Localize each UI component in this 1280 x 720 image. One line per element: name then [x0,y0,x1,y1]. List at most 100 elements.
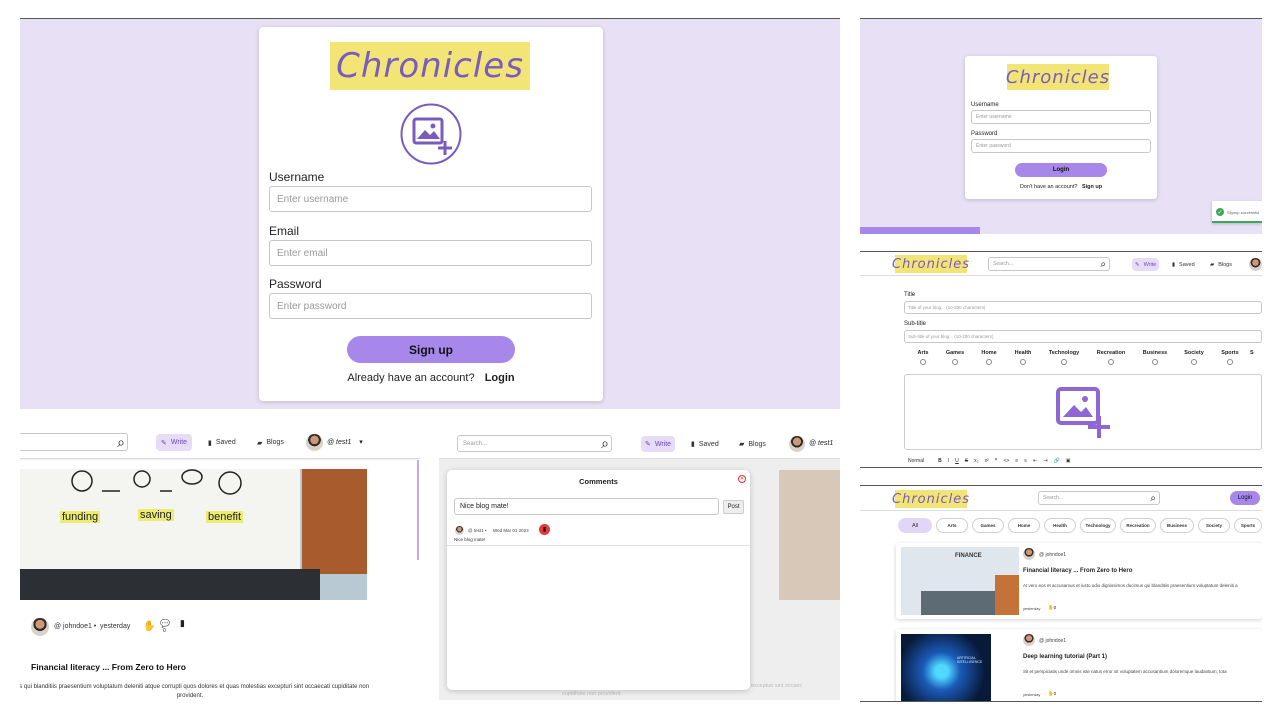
title-input[interactable]: Title of your blog... (10-200 characters… [904,301,1262,314]
signup-button[interactable]: Sign up [347,336,515,363]
user-avatar[interactable] [1249,258,1262,271]
search-input[interactable]: Search... ⌕ [988,257,1110,271]
scrollbar[interactable] [417,460,419,560]
author-avatar[interactable] [1023,634,1035,646]
username-input[interactable]: Enter username [971,110,1151,124]
filter-all[interactable]: All [898,518,932,533]
search-icon[interactable]: ⌕ [1100,259,1106,270]
login-button[interactable]: Login [1230,491,1260,505]
search-input[interactable]: Search... ⌕ [1038,491,1160,505]
category-more[interactable]: S [1250,350,1262,356]
blog-card[interactable]: FINANCE @ johndoe1 Financial literacy ..… [896,543,1262,619]
radio-button[interactable] [1227,359,1233,365]
quote-button[interactable]: ❞ [995,458,998,464]
user-avatar[interactable] [789,436,805,452]
radio-button[interactable] [920,359,926,365]
search-icon[interactable]: ⌕ [601,435,609,452]
password-input[interactable]: Enter password [269,293,592,319]
underline-button[interactable]: U [955,458,959,464]
search-icon[interactable]: ⌕ [1150,493,1156,504]
search-input[interactable]: ⌕ [20,433,128,451]
radio-button[interactable] [1020,359,1026,365]
avatar-upload-icon[interactable] [400,103,462,165]
filter-business[interactable]: Business [1160,518,1194,533]
comment-input[interactable]: Nice blog mate! [454,498,719,515]
post-comment-button[interactable]: Post [723,500,744,514]
card-likes[interactable]: ✋0 [1048,691,1056,697]
email-input[interactable]: Enter email [269,240,592,266]
nav-saved[interactable]: ▮ Saved [1172,258,1195,271]
subscript-button[interactable]: x₂ [974,458,978,464]
radio-button[interactable] [986,359,992,365]
category-health[interactable]: Health [1008,350,1038,365]
bookmark-icon[interactable]: ▮ [180,618,185,629]
like-icon[interactable]: ✋ [143,621,155,632]
filter-sports[interactable]: Sports [1234,518,1262,533]
category-society[interactable]: Society [1178,350,1210,365]
superscript-button[interactable]: x² [985,458,989,464]
comment-icon[interactable]: 💬 [160,619,170,628]
category-sports[interactable]: Sports [1216,350,1244,365]
nav-write[interactable]: ✎ Write [641,436,676,452]
radio-button[interactable] [1108,359,1114,365]
nav-blogs[interactable]: ▰ Blogs [1210,258,1232,271]
user-avatar[interactable] [306,434,323,451]
logo[interactable]: Chronicles [892,490,969,508]
nav-saved[interactable]: ▮ Saved [208,434,236,451]
username-input[interactable]: Enter username [269,186,592,212]
filter-arts[interactable]: Arts [936,518,968,533]
login-button[interactable]: Login [1015,163,1107,177]
author-name[interactable]: @ johndoe1 • [54,623,96,630]
filter-games[interactable]: Games [972,518,1004,533]
nav-blogs[interactable]: ▰ Blogs [739,436,766,452]
bullet-list-button[interactable]: ≡ [1024,458,1027,464]
filter-health[interactable]: Health [1044,518,1076,533]
cover-image-dropzone[interactable] [904,374,1262,450]
category-business[interactable]: Business [1136,350,1174,365]
filter-technology[interactable]: Technology [1080,518,1116,533]
filter-home[interactable]: Home [1008,518,1040,533]
delete-comment-icon[interactable]: ▮ [539,524,550,535]
category-games[interactable]: Games [940,350,970,365]
card-author[interactable]: @ johndoe1 [1039,552,1066,558]
radio-button[interactable] [1191,359,1197,365]
radio-button[interactable] [1152,359,1158,365]
nav-blogs[interactable]: ▰ Blogs [257,434,284,451]
strike-button[interactable]: S [965,458,968,464]
link-button[interactable]: 🔗 [1054,458,1060,464]
filter-recreation[interactable]: Recreation [1120,518,1156,533]
author-avatar[interactable] [31,618,49,636]
search-icon[interactable]: ⌕ [117,434,125,451]
logo[interactable]: Chronicles [892,255,969,273]
radio-button[interactable] [1061,359,1067,365]
blog-card[interactable]: ARTIFICIAL INTELLIGENCE @ johndoe1 Deep … [896,629,1262,701]
card-likes[interactable]: ✋0 [1048,605,1056,611]
code-button[interactable]: <> [1003,458,1009,464]
author-avatar[interactable] [1023,548,1035,560]
subtitle-input[interactable]: Sub-title of your blog... (10-200 charac… [904,330,1262,343]
nav-saved[interactable]: ▮ Saved [691,436,719,452]
user-menu[interactable]: @ test1 ▾ [327,438,363,446]
category-home[interactable]: Home [975,350,1003,365]
radio-button[interactable] [952,359,958,365]
close-icon[interactable]: ✕ [738,475,746,483]
login-link[interactable]: Login [485,372,515,384]
card-title[interactable]: Deep learning tutorial (Part 1) [1023,654,1107,660]
category-arts[interactable]: Arts [910,350,936,365]
comment-avatar[interactable] [455,526,464,535]
outdent-button[interactable]: ⇤ [1033,458,1037,464]
password-input[interactable]: Enter password [971,139,1151,153]
category-technology[interactable]: Technology [1043,350,1085,365]
ordered-list-button[interactable]: ≡ [1015,458,1018,464]
username-text[interactable]: @ test1 [809,440,833,447]
bold-button[interactable]: B [938,458,942,464]
filter-society[interactable]: Society [1198,518,1230,533]
card-title[interactable]: Financial literacy ... From Zero to Hero [1023,568,1132,574]
category-recreation[interactable]: Recreation [1090,350,1132,365]
comment-author[interactable]: @ test1 • [468,528,486,533]
signup-link[interactable]: Sign up [1082,184,1102,190]
nav-write[interactable]: ✎ Write [1132,258,1160,271]
nav-write[interactable]: ✎ Write [156,434,193,451]
italic-button[interactable]: I [948,458,949,464]
card-author[interactable]: @ johndoe1 [1039,638,1066,644]
